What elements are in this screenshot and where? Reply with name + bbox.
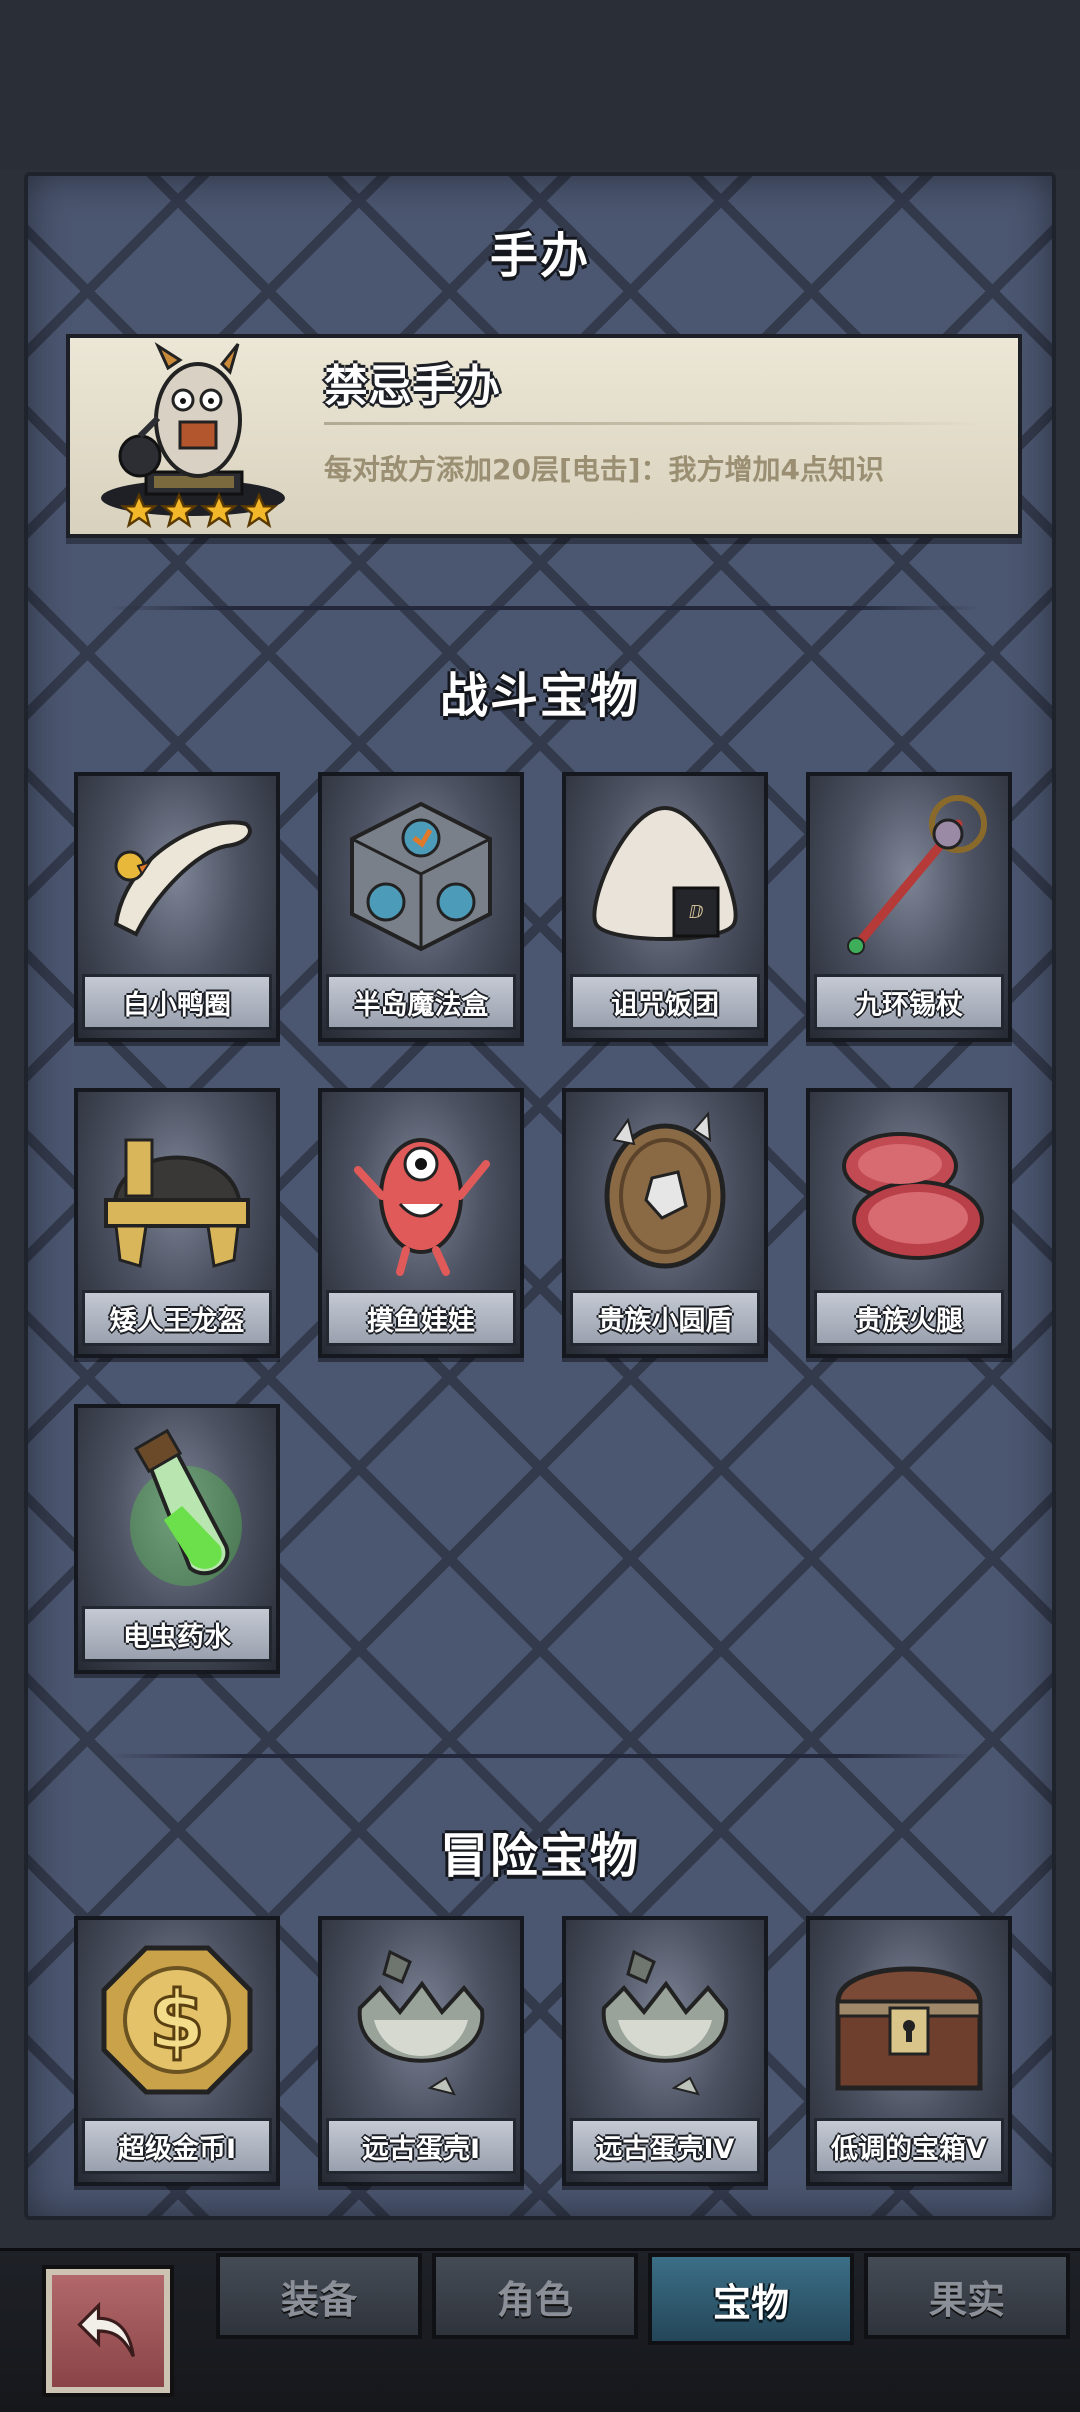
- item-slot-doll[interactable]: 摸鱼娃娃: [318, 1088, 524, 1358]
- eggshell-icon: [601, 1949, 729, 2096]
- figure-description: 每对敌方添加20层[电击]：我方增加4点知识: [324, 453, 885, 486]
- adventure-section-title: 冒险宝物: [439, 1828, 640, 1884]
- section-divider: [108, 1754, 980, 1758]
- item-slot-gold-coin[interactable]: $ 超级金币I: [74, 1916, 280, 2186]
- figure-name: 禁忌手办: [324, 361, 500, 412]
- item-slot-magic-box[interactable]: 半岛魔法盒: [318, 772, 524, 1042]
- item-label: 远古蛋壳IV: [570, 2118, 760, 2174]
- svg-text:ⅅ: ⅅ: [689, 902, 704, 923]
- item-label: 矮人王龙盔: [82, 1290, 272, 1346]
- item-label: 低调的宝箱V: [814, 2118, 1004, 2174]
- star-rating: [120, 492, 278, 530]
- status-bar-area: [0, 0, 1080, 170]
- item-label: 远古蛋壳I: [326, 2118, 516, 2174]
- tab-treasure[interactable]: 宝物: [648, 2253, 854, 2345]
- bottom-nav-bar: 装备 角色 宝物 果实: [0, 2248, 1080, 2412]
- svg-text:$: $: [149, 1974, 205, 2067]
- item-label: 贵族火腿: [814, 1290, 1004, 1346]
- item-label: 超级金币I: [82, 2118, 272, 2174]
- eggshell-icon: [357, 1949, 485, 2096]
- gold-coin-icon: $: [101, 1945, 253, 2095]
- item-slot-staff[interactable]: 九环锡杖: [806, 772, 1012, 1042]
- item-label: 白小鸭圈: [82, 974, 272, 1030]
- item-slot-helmet[interactable]: 矮人王龙盔: [74, 1088, 280, 1358]
- potion-icon: [130, 1428, 242, 1586]
- item-slot-shield[interactable]: 贵族小圆盾: [562, 1088, 768, 1358]
- rice-ball-icon: ⅅ: [592, 805, 738, 941]
- treasure-panel: 手办 禁忌手办 每对敌方添加20层[电击]：我方增加4点知识 战斗宝物 白小鸭圈…: [24, 172, 1056, 2220]
- star-icon: [200, 492, 238, 529]
- section-divider: [108, 606, 980, 610]
- item-slot-rice-ball[interactable]: ⅅ 诅咒饭团: [562, 772, 768, 1042]
- shield-icon: [604, 1111, 726, 1269]
- item-label: 诅咒饭团: [570, 974, 760, 1030]
- star-icon: [120, 492, 158, 529]
- treasure-chest-icon: [835, 1966, 983, 2091]
- item-slot-eggshell-4[interactable]: 远古蛋壳IV: [562, 1916, 768, 2186]
- item-label: 电虫药水: [82, 1606, 272, 1662]
- item-label: 摸鱼娃娃: [326, 1290, 516, 1346]
- duck-ring-icon: [113, 820, 252, 937]
- item-slot-ham[interactable]: 贵族火腿: [806, 1088, 1012, 1358]
- figure-card[interactable]: 禁忌手办 每对敌方添加20层[电击]：我方增加4点知识: [66, 334, 1022, 538]
- item-label: 半岛魔法盒: [326, 974, 516, 1030]
- tab-character[interactable]: 角色: [432, 2253, 638, 2339]
- figure-section-title: 手办: [489, 228, 590, 284]
- tab-fruit[interactable]: 果实: [864, 2253, 1070, 2339]
- back-button[interactable]: [42, 2265, 174, 2397]
- staff-icon: [847, 795, 987, 955]
- doll-icon: [354, 1138, 490, 1276]
- item-slot-treasure-chest[interactable]: 低调的宝箱V: [806, 1916, 1012, 2186]
- item-slot-eggshell-1[interactable]: 远古蛋壳I: [318, 1916, 524, 2186]
- divider: [324, 422, 984, 425]
- item-label: 九环锡杖: [814, 974, 1004, 1030]
- star-icon: [240, 492, 278, 529]
- item-slot-potion[interactable]: 电虫药水: [74, 1404, 280, 1674]
- ham-icon: [842, 1132, 984, 1260]
- star-icon: [160, 492, 198, 529]
- combat-section-title: 战斗宝物: [439, 668, 640, 724]
- item-slot-duck-ring[interactable]: 白小鸭圈: [74, 772, 280, 1042]
- helmet-icon: [104, 1138, 250, 1268]
- item-label: 贵族小圆盾: [570, 1290, 760, 1346]
- back-arrow-icon: [77, 2301, 135, 2358]
- tab-equipment[interactable]: 装备: [216, 2253, 422, 2339]
- magic-box-icon: [350, 801, 492, 952]
